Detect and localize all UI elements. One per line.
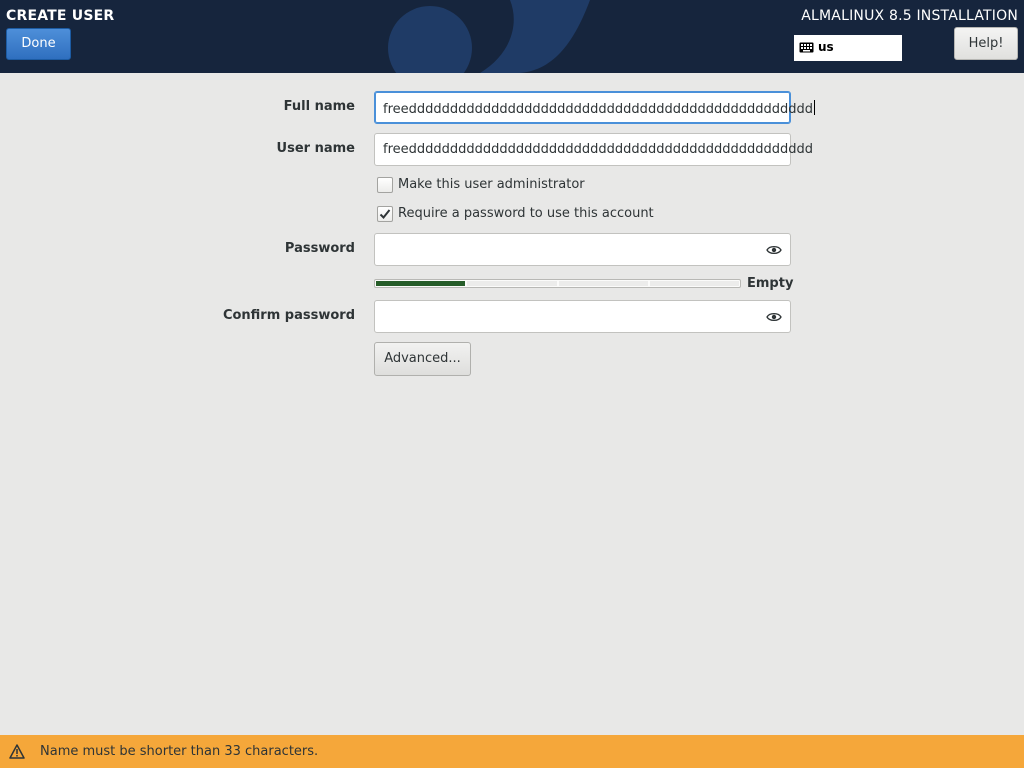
checkmark-icon: [379, 209, 391, 219]
strength-segment: [467, 281, 557, 286]
require-password-checkbox[interactable]: [377, 206, 393, 222]
keyboard-icon: [799, 42, 814, 53]
password-strength-bar: [374, 279, 741, 288]
admin-checkbox-label[interactable]: Make this user administrator: [398, 177, 585, 192]
help-button[interactable]: Help!: [954, 27, 1018, 60]
keyboard-layout-indicator[interactable]: us: [794, 35, 902, 61]
full-name-label: Full name: [283, 99, 355, 114]
admin-checkbox[interactable]: [377, 177, 393, 193]
strength-segment: [558, 281, 648, 286]
text-cursor: [813, 100, 815, 115]
keyboard-layout-label: us: [818, 40, 834, 54]
strength-segment: [376, 281, 466, 286]
eye-icon[interactable]: [766, 310, 782, 324]
warning-icon: [9, 744, 25, 759]
require-password-checkbox-label[interactable]: Require a password to use this account: [398, 206, 654, 221]
confirm-password-label: Confirm password: [222, 308, 355, 323]
password-field[interactable]: [374, 233, 791, 266]
spoke-title: CREATE USER: [6, 8, 115, 24]
password-strength-text: Empty: [747, 276, 794, 291]
background-logo-art: [388, 0, 590, 73]
user-name-value: freedddddddddddddddddddddddddddddddddddd…: [383, 142, 813, 157]
advanced-button[interactable]: Advanced...: [374, 342, 471, 376]
done-button[interactable]: Done: [6, 28, 71, 60]
confirm-password-field[interactable]: [374, 300, 791, 333]
password-label: Password: [284, 241, 355, 256]
full-name-value: freedddddddddddddddddddddddddddddddddddd…: [383, 102, 813, 117]
eye-icon[interactable]: [766, 243, 782, 257]
product-title: ALMALINUX 8.5 INSTALLATION: [801, 8, 1018, 24]
strength-segment: [649, 281, 739, 286]
user-name-label: User name: [276, 141, 355, 156]
warning-message: Name must be shorter than 33 characters.: [40, 744, 319, 759]
user-name-field[interactable]: freedddddddddddddddddddddddddddddddddddd…: [374, 133, 813, 166]
warning-infobar: Name must be shorter than 33 characters.: [0, 735, 1024, 768]
header-bar: CREATE USER Done ALMALINUX 8.5 INSTALLAT…: [0, 0, 1024, 73]
full-name-field[interactable]: freedddddddddddddddddddddddddddddddddddd…: [374, 91, 815, 124]
